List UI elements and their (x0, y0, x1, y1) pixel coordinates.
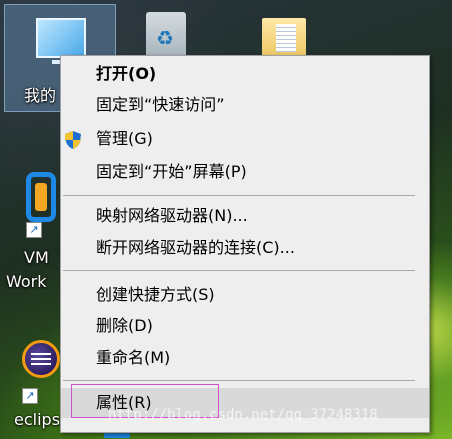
uac-shield-icon (65, 131, 81, 149)
menu-item-delete[interactable]: 删除(D) (61, 311, 429, 341)
menu-separator (63, 195, 415, 196)
menu-item-create-shortcut[interactable]: 创建快捷方式(S) (61, 280, 429, 310)
this-pc-label: 我的 (24, 86, 57, 105)
menu-item-disconnect-drive[interactable]: 断开网络驱动器的连接(C)... (61, 233, 429, 263)
context-menu: 打开(O) 固定到“快速访问” 管理(G) 固定到“开始”屏幕(P) 映射网络驱… (60, 55, 430, 433)
eclipse-icon[interactable] (22, 340, 60, 378)
menu-item-pin-quick-access[interactable]: 固定到“快速访问” (61, 90, 429, 120)
menu-item-pin-start[interactable]: 固定到“开始”屏幕(P) (61, 157, 429, 187)
shortcut-arrow-icon: ↗ (26, 222, 42, 238)
menu-separator (63, 270, 415, 271)
vmware-label-line1: VM (24, 248, 49, 267)
menu-item-rename[interactable]: 重命名(M) (61, 343, 429, 373)
menu-item-open[interactable]: 打开(O) (61, 59, 429, 89)
menu-separator (63, 380, 415, 381)
shortcut-arrow-icon: ↗ (22, 388, 38, 404)
vmware-icon[interactable] (26, 172, 56, 222)
menu-item-map-drive[interactable]: 映射网络驱动器(N)... (61, 201, 429, 231)
menu-item-manage[interactable]: 管理(G) (61, 124, 429, 154)
watermark: http://blog.csdn.net/qq_37248318 (108, 407, 378, 423)
vmware-label-line2: Work (6, 272, 47, 291)
monitor-icon (36, 18, 86, 58)
